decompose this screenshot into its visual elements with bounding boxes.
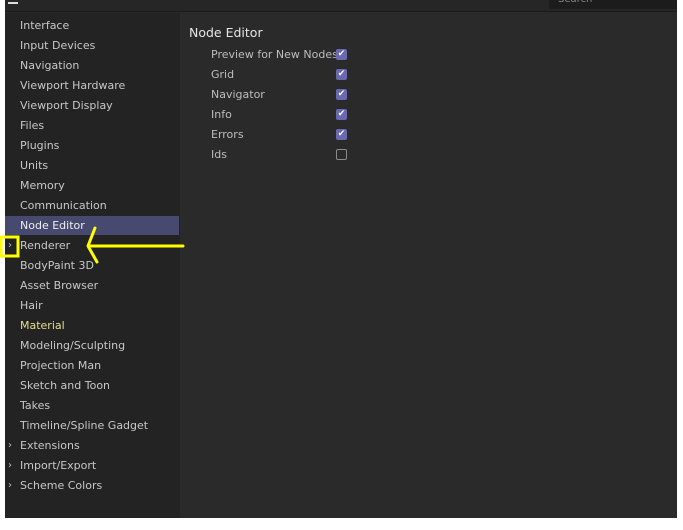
annotation-arrow (86, 226, 185, 264)
annotation-highlight-box (0, 235, 20, 258)
annotation-overlay (0, 226, 185, 264)
